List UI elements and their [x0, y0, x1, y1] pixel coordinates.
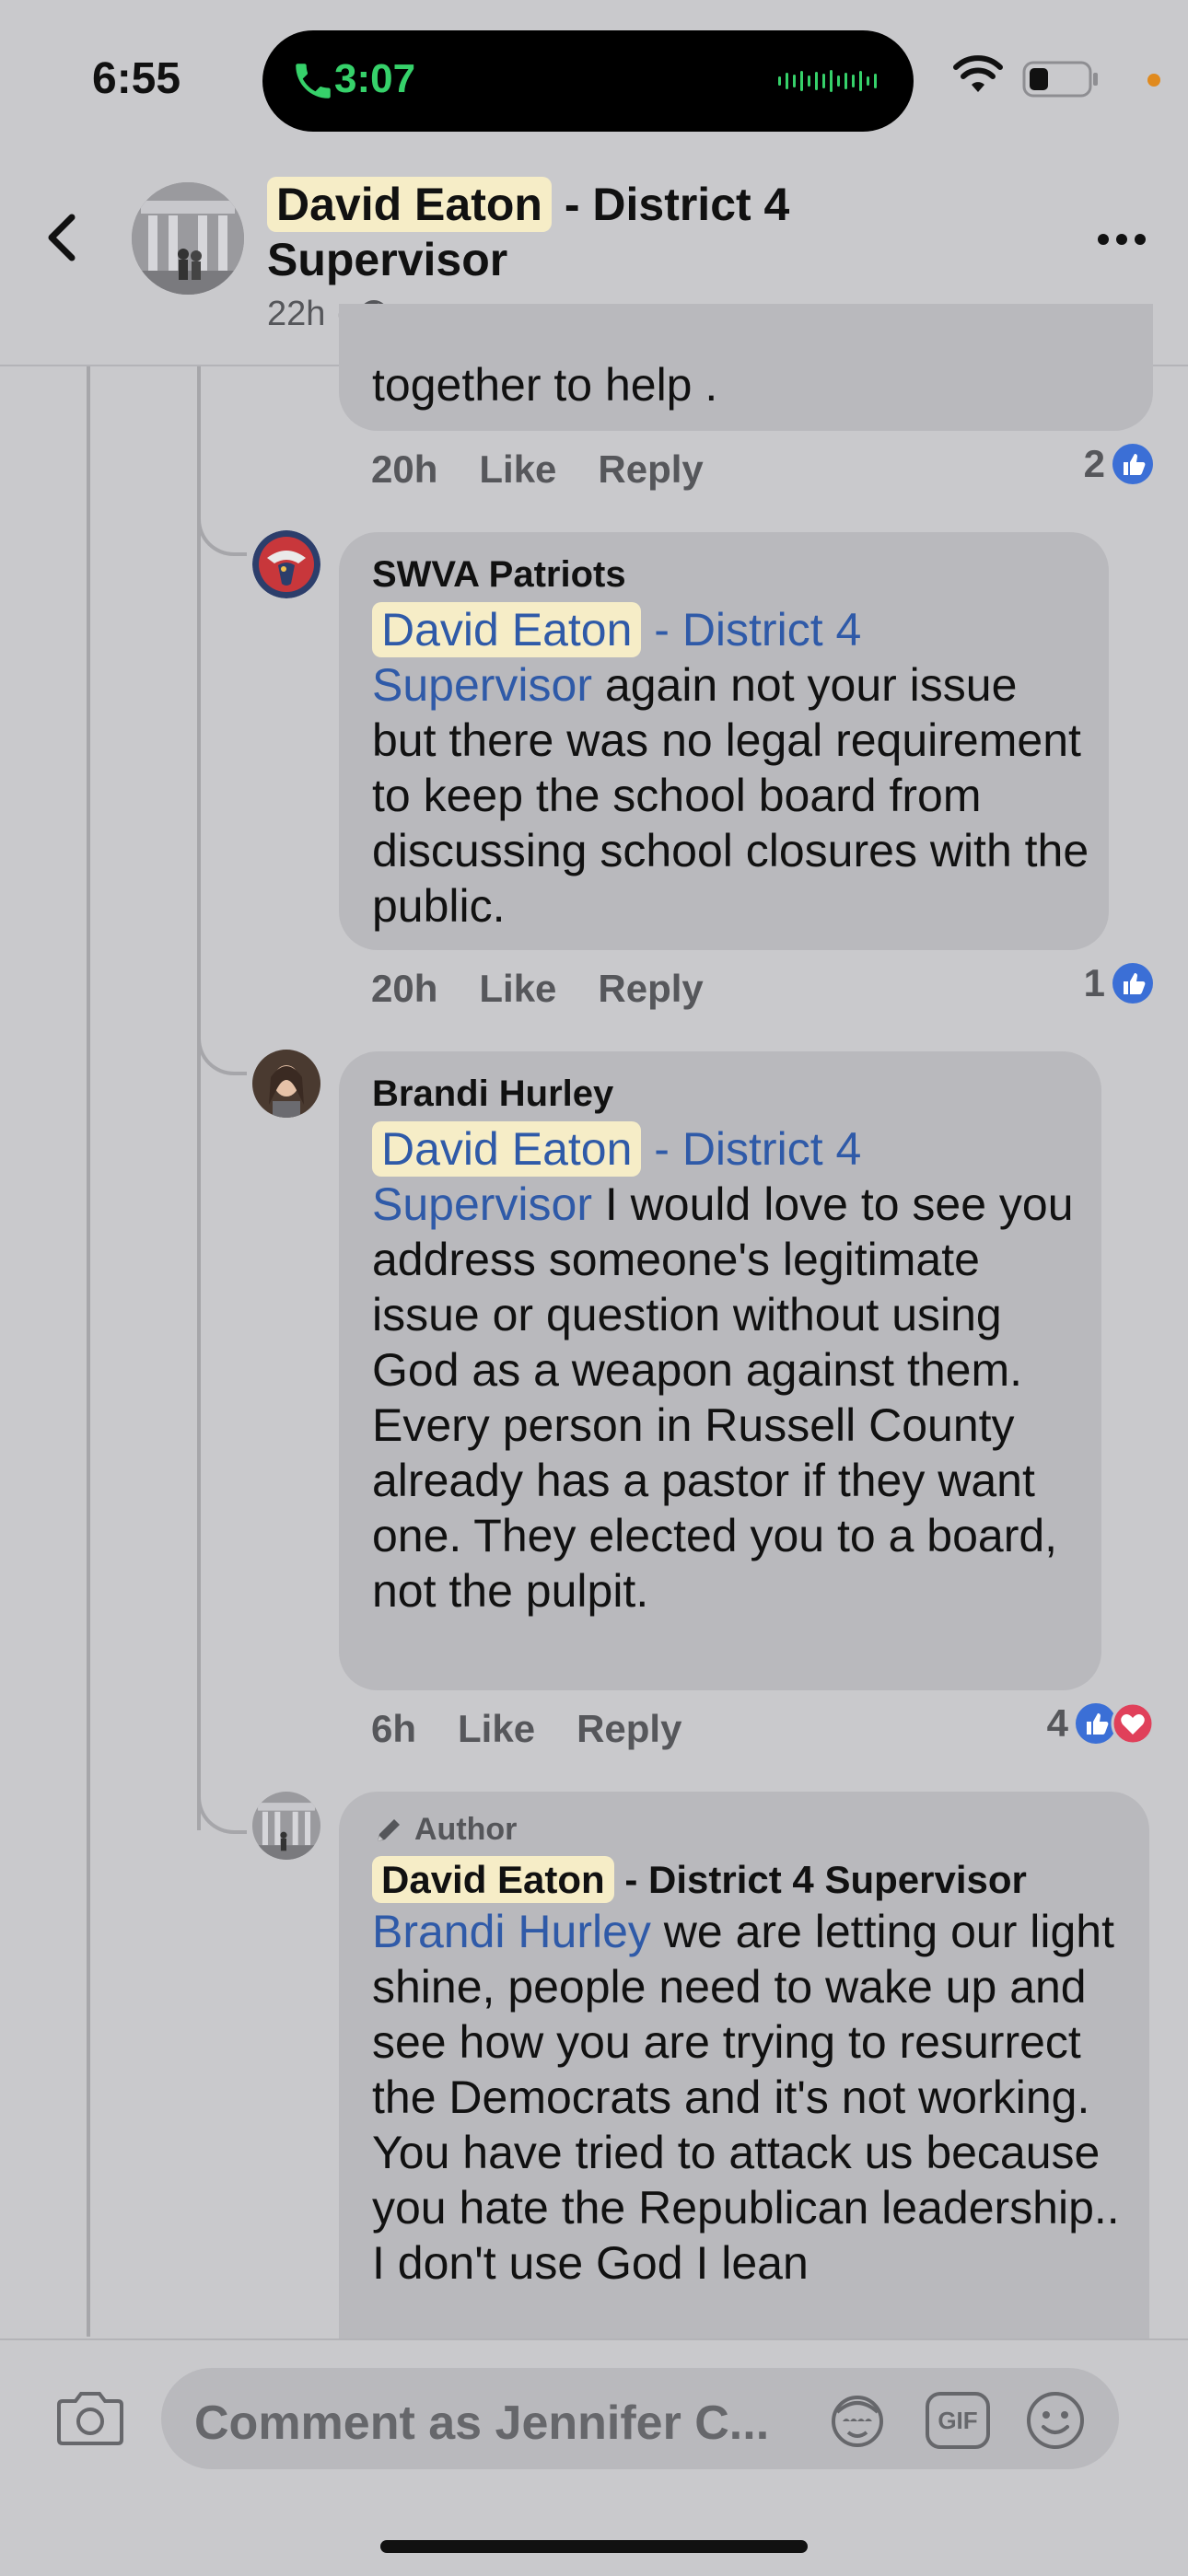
- mention-highlight: David Eaton: [372, 602, 642, 657]
- camera-icon[interactable]: [55, 2385, 125, 2449]
- page-title[interactable]: David Eaton - District 4 Supervisor: [267, 177, 912, 287]
- call-duration: 3:07: [334, 56, 416, 101]
- comment-time: 20h: [371, 447, 438, 491]
- mention-link[interactable]: Brandi Hurley: [372, 1906, 651, 1957]
- reaction-summary[interactable]: 2: [1084, 442, 1155, 486]
- avatar[interactable]: [252, 1050, 320, 1118]
- comment-bubble[interactable]: together to help .: [339, 304, 1153, 431]
- reply-button[interactable]: Reply: [577, 1707, 681, 1751]
- mention-rest: Supervisor: [372, 1178, 592, 1230]
- privacy-indicator-dot: [1147, 74, 1160, 87]
- name-highlight: David Eaton: [372, 1856, 614, 1903]
- comment-time: 20h: [371, 967, 438, 1010]
- mention-highlight: David Eaton: [372, 1121, 642, 1177]
- emoji-icon[interactable]: [1025, 2390, 1086, 2451]
- comment-time: 6h: [371, 1707, 417, 1750]
- heart-icon: [1111, 1701, 1155, 1746]
- ellipsis-icon[interactable]: [1096, 232, 1147, 247]
- reaction-count: 2: [1083, 442, 1105, 485]
- comment-author[interactable]: Brandi Hurley: [372, 1073, 613, 1115]
- like-button[interactable]: Like: [458, 1707, 535, 1751]
- avatar[interactable]: [132, 182, 244, 295]
- reaction-summary[interactable]: 1: [1084, 961, 1155, 1005]
- eagle-logo-icon: [252, 530, 320, 598]
- thumbs-up-icon: [1112, 444, 1153, 484]
- battery-icon: [1022, 61, 1098, 98]
- comment-bubble[interactable]: SWVA Patriots David Eaton - District 4 Su…: [339, 532, 1109, 950]
- comment-actions: 6h Like Reply: [371, 1707, 681, 1751]
- thumbs-up-icon: [1112, 963, 1153, 1004]
- comment-bubble[interactable]: Brandi Hurley David Eaton - District 4 Su…: [339, 1051, 1101, 1690]
- like-button[interactable]: Like: [479, 447, 556, 492]
- comment-body: David Eaton - District 4 Supervisor again…: [372, 602, 1090, 934]
- home-indicator[interactable]: [380, 2540, 808, 2553]
- pencil-icon: [378, 1818, 400, 1841]
- like-button[interactable]: Like: [479, 967, 556, 1011]
- thread-connector: [197, 516, 247, 556]
- comment-text: I would love to see you address someone'…: [372, 1178, 1074, 1617]
- chevron-left-icon[interactable]: [41, 210, 87, 265]
- reply-button[interactable]: Reply: [598, 967, 703, 1011]
- author-badge: Author: [372, 1812, 517, 1848]
- avatar[interactable]: [252, 530, 320, 598]
- reaction-summary[interactable]: 4: [1047, 1701, 1155, 1746]
- name-highlight: David Eaton: [267, 177, 552, 232]
- comment-body: Brandi Hurley we are letting our light s…: [372, 1904, 1127, 2291]
- comment-author[interactable]: SWVA Patriots: [372, 554, 626, 596]
- reply-button[interactable]: Reply: [598, 447, 703, 492]
- mention-rest: Supervisor: [372, 659, 592, 711]
- posted-ago: 22h: [267, 295, 326, 333]
- comment-input[interactable]: Comment as Jennifer C... GIF: [161, 2368, 1119, 2469]
- building-photo-icon: [252, 1792, 320, 1860]
- building-photo-icon: [132, 182, 244, 295]
- comment-placeholder: Comment as Jennifer C...: [194, 2396, 770, 2450]
- comment-bubble[interactable]: Author David Eaton - District 4 Supervis…: [339, 1792, 1149, 2381]
- thread-connector: [197, 1035, 247, 1075]
- mention-rest: - District 4: [641, 1123, 862, 1175]
- thread-connector: [197, 1793, 247, 1834]
- gif-button[interactable]: GIF: [924, 2388, 992, 2453]
- dynamic-island-call[interactable]: 3:07: [262, 30, 914, 132]
- reaction-count: 4: [1046, 1701, 1068, 1745]
- thread-line-inner: [197, 366, 201, 1830]
- wifi-icon: [953, 55, 1003, 92]
- mention-rest: - District 4: [641, 604, 862, 656]
- comment-actions: 20h Like Reply: [371, 447, 704, 492]
- reaction-count: 1: [1083, 961, 1105, 1004]
- comment-actions: 20h Like Reply: [371, 967, 704, 1011]
- status-time: 6:55: [92, 54, 181, 103]
- avatar-sticker-icon[interactable]: [824, 2390, 891, 2449]
- comment-text: together to help .: [372, 359, 718, 411]
- audio-waveform-icon: [778, 69, 877, 93]
- comment-author[interactable]: David Eaton - District 4 Supervisor: [372, 1856, 1027, 1903]
- phone-icon: [296, 64, 331, 99]
- comment-text: You have tried to attack us because you …: [372, 2127, 1120, 2289]
- author-badge-label: Author: [414, 1812, 518, 1847]
- avatar[interactable]: [252, 1792, 320, 1860]
- gif-label: GIF: [938, 2407, 978, 2434]
- profile-photo-icon: [252, 1050, 320, 1118]
- name-rest: - District 4 Supervisor: [613, 1858, 1027, 1901]
- thread-line-outer: [87, 366, 90, 2337]
- comment-body: David Eaton - District 4 Supervisor I wou…: [372, 1121, 1090, 1619]
